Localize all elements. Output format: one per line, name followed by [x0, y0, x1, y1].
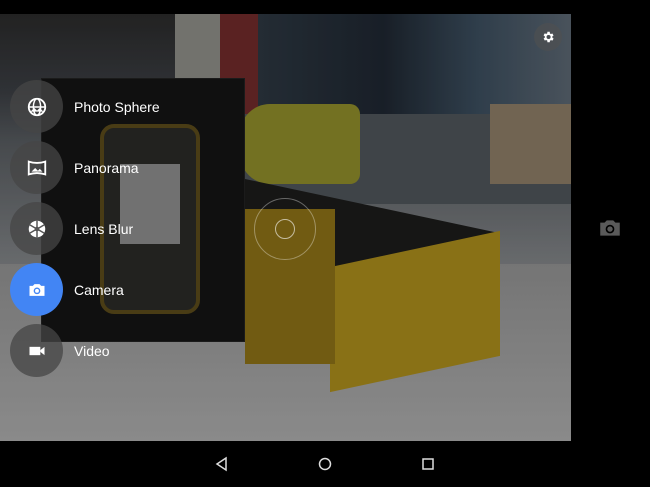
- home-button[interactable]: [317, 456, 333, 472]
- gear-icon: [543, 31, 554, 43]
- lens-blur-icon: [28, 220, 45, 237]
- mode-button[interactable]: [10, 141, 63, 194]
- mode-label: Camera: [74, 282, 124, 298]
- mode-label: Video: [74, 343, 110, 359]
- photo-sphere-icon: [27, 97, 46, 116]
- mode-button[interactable]: [10, 263, 63, 316]
- focus-center: [275, 219, 295, 239]
- camera-icon: [29, 283, 44, 296]
- mode-label: Panorama: [74, 160, 139, 176]
- home-icon: [318, 457, 332, 471]
- back-icon: [215, 456, 227, 472]
- recents-icon: [422, 458, 434, 470]
- camera-icon: [600, 220, 620, 236]
- mode-label: Lens Blur: [74, 221, 134, 237]
- settings-button[interactable]: [534, 23, 562, 51]
- mode-button[interactable]: [10, 324, 63, 377]
- mode-label: Photo Sphere: [74, 99, 160, 115]
- back-button[interactable]: [214, 456, 230, 472]
- mode-button[interactable]: [10, 202, 63, 255]
- video-icon: [29, 346, 44, 355]
- shutter-panel: [571, 14, 650, 441]
- shutter-button[interactable]: [596, 214, 624, 242]
- recents-button[interactable]: [420, 456, 436, 472]
- panorama-icon: [27, 159, 46, 176]
- mode-button[interactable]: [10, 80, 63, 133]
